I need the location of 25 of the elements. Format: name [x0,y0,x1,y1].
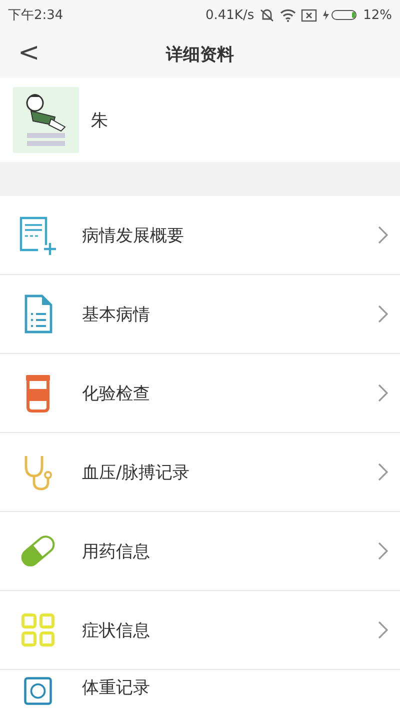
menu-item-label: 用药信息 [82,540,151,562]
menu-item-label: 血压/脉搏记录 [82,462,191,484]
menu-item[interactable]: 血压/脉搏记录 [0,433,400,512]
menu-item-label: 病情发展概要 [82,224,185,246]
menu-item[interactable]: 基本病情 [0,275,400,354]
menu-item[interactable]: 体重记录 [0,670,400,711]
battery-percent: 12% [363,8,392,22]
profile-name: 朱 [91,110,108,132]
network-speed: 0.41K/s [205,8,254,22]
menu-item-label: 基本病情 [82,304,151,326]
menu-item-label: 化验检查 [82,382,151,404]
sim-x-icon [301,8,318,22]
battery-icon [322,9,358,21]
page-title: 详细资料 [166,44,234,66]
menu-item-label: 症状信息 [82,620,151,642]
document-plus-icon [18,215,58,255]
menu-item[interactable]: 化验检查 [0,354,400,433]
menu-item[interactable]: 用药信息 [0,512,400,591]
mute-bell-icon [259,8,276,22]
status-time: 下午2:34 [8,7,64,24]
menu-item-label: 体重记录 [82,677,151,699]
back-button[interactable]: < [12,38,46,68]
menu-item[interactable]: 症状信息 [0,591,400,670]
menu-item[interactable]: 病情发展概要 [0,196,400,275]
wifi-icon [280,8,296,22]
